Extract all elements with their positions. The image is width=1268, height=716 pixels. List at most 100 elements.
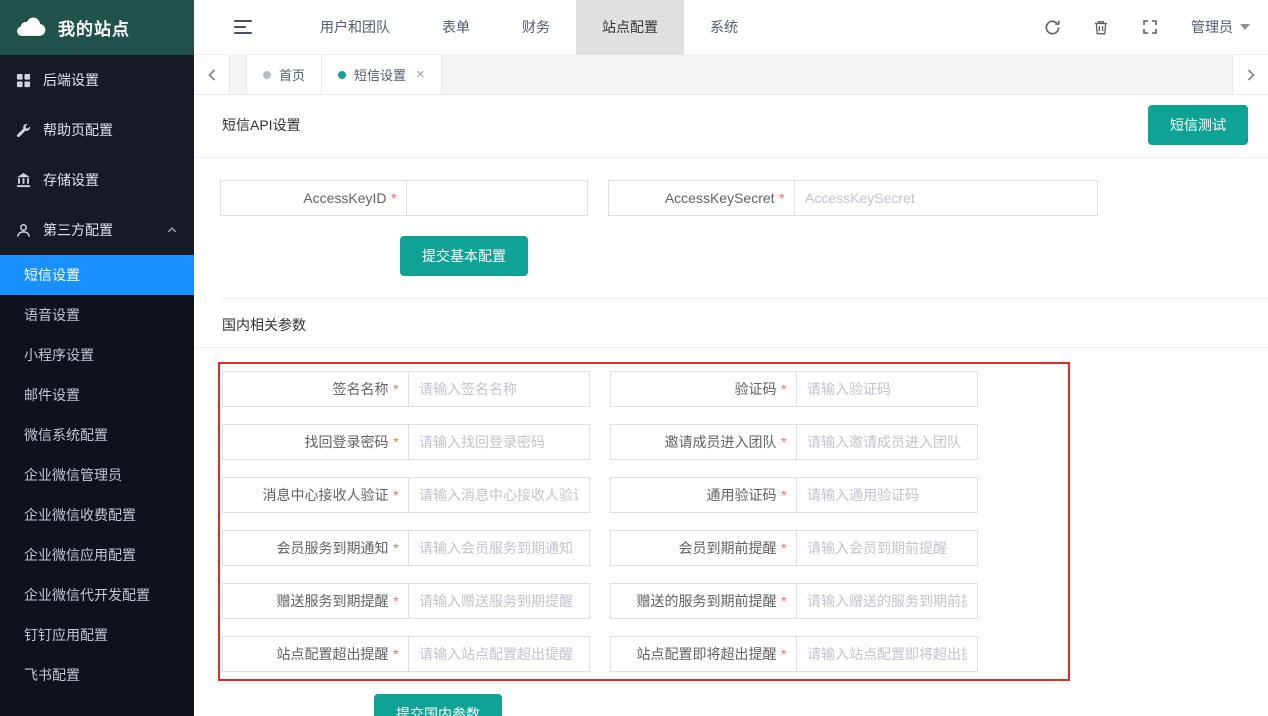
sidebar-item-sms-settings[interactable]: 短信设置 bbox=[0, 255, 194, 295]
sidebar-item-label: 存储设置 bbox=[43, 170, 99, 190]
admin-menu[interactable]: 管理员 bbox=[1191, 17, 1250, 37]
chevron-up-icon bbox=[166, 224, 178, 236]
field-gift-service-pre-expiry-reminder: 赠送的服务到期前提醒* bbox=[610, 583, 978, 619]
sidebar-item-third-party-config[interactable]: 第三方配置 bbox=[0, 205, 194, 255]
invite-member-input[interactable] bbox=[797, 424, 978, 460]
sidebar-item-email-settings[interactable]: 邮件设置 bbox=[0, 375, 194, 415]
submit-domestic-params-button[interactable]: 提交国内参数 bbox=[374, 694, 502, 716]
site-config-about-to-exceed-reminder-input[interactable] bbox=[797, 636, 978, 672]
field-label: 验证码* bbox=[610, 371, 797, 407]
tab-sms-settings[interactable]: 短信设置 × bbox=[322, 55, 442, 94]
fullscreen-icon[interactable] bbox=[1142, 19, 1159, 36]
trash-icon[interactable] bbox=[1093, 19, 1110, 36]
close-icon[interactable]: × bbox=[416, 67, 425, 82]
user-icon bbox=[16, 222, 32, 238]
bank-icon bbox=[16, 172, 32, 188]
field-label: 会员到期前提醒* bbox=[610, 530, 797, 566]
field-invite-member: 邀请成员进入团队* bbox=[610, 424, 978, 460]
tabs-scroll-left-icon[interactable] bbox=[194, 55, 230, 94]
field-message-center-receiver: 消息中心接收人验证* bbox=[222, 477, 590, 513]
accesskeysecret-input[interactable] bbox=[795, 180, 1098, 216]
sidebar: 我的站点 后端设置 帮助页配置 存储设置 第三方配置 bbox=[0, 0, 194, 716]
sidebar-item-wecom-app-config[interactable]: 企业微信应用配置 bbox=[0, 535, 194, 575]
field-label: 站点配置即将超出提醒* bbox=[610, 636, 797, 672]
field-label: AccessKeyID* bbox=[220, 180, 407, 216]
grid-icon bbox=[16, 72, 32, 88]
gift-service-pre-expiry-reminder-input[interactable] bbox=[797, 583, 978, 619]
signature-name-input[interactable] bbox=[409, 371, 590, 407]
sidebar-item-dingtalk-app-config[interactable]: 钉钉应用配置 bbox=[0, 615, 194, 655]
field-label: 站点配置超出提醒* bbox=[222, 636, 409, 672]
tab-label: 短信设置 bbox=[354, 65, 406, 84]
nav-item-users-teams[interactable]: 用户和团队 bbox=[294, 0, 416, 55]
wrench-icon bbox=[16, 122, 32, 138]
member-expiry-reminder-input[interactable] bbox=[797, 530, 978, 566]
sidebar-item-label: 第三方配置 bbox=[43, 220, 113, 240]
chevron-down-icon bbox=[1240, 24, 1250, 30]
sidebar-item-feishu-config[interactable]: 飞书配置 bbox=[0, 655, 194, 695]
collapse-sidebar-icon[interactable] bbox=[234, 20, 252, 34]
cloud-icon bbox=[14, 14, 48, 41]
sidebar-item-miniprogram-settings[interactable]: 小程序设置 bbox=[0, 335, 194, 375]
sidebar-item-wecom-admin[interactable]: 企业微信管理员 bbox=[0, 455, 194, 495]
field-member-expiry-reminder: 会员到期前提醒* bbox=[610, 530, 978, 566]
nav-item-finance[interactable]: 财务 bbox=[496, 0, 576, 55]
tab-bar: 首页 短信设置 × bbox=[194, 55, 1268, 95]
gift-service-expiry-reminder-input[interactable] bbox=[409, 583, 590, 619]
sidebar-item-voice-settings[interactable]: 语音设置 bbox=[0, 295, 194, 335]
required-marker: * bbox=[393, 434, 398, 450]
api-form: AccessKeyID* AccessKeySecret* 提交基本配置 bbox=[194, 158, 1268, 299]
retrieve-password-input[interactable] bbox=[409, 424, 590, 460]
sidebar-item-wecom-billing-config[interactable]: 企业微信收费配置 bbox=[0, 495, 194, 535]
field-label: 消息中心接收人验证* bbox=[222, 477, 409, 513]
required-marker: * bbox=[391, 190, 396, 206]
nav-item-site-config[interactable]: 站点配置 bbox=[576, 0, 684, 55]
tabs-scroll-right-icon[interactable] bbox=[1232, 55, 1268, 94]
required-marker: * bbox=[781, 434, 786, 450]
sidebar-item-label: 帮助页配置 bbox=[43, 120, 113, 140]
field-retrieve-password: 找回登录密码* bbox=[222, 424, 590, 460]
nav-item-forms[interactable]: 表单 bbox=[416, 0, 496, 55]
field-label: AccessKeySecret* bbox=[608, 180, 795, 216]
message-center-receiver-input[interactable] bbox=[409, 477, 590, 513]
accesskeyid-input[interactable] bbox=[407, 180, 588, 216]
top-nav-items: 用户和团队 表单 财务 站点配置 系统 bbox=[294, 0, 764, 55]
required-marker: * bbox=[393, 646, 398, 662]
required-marker: * bbox=[781, 540, 786, 556]
tab-dot bbox=[338, 71, 346, 79]
sms-test-button[interactable]: 短信测试 bbox=[1148, 105, 1248, 145]
required-marker: * bbox=[393, 593, 398, 609]
field-label: 赠送的服务到期前提醒* bbox=[610, 583, 797, 619]
verification-code-input[interactable] bbox=[797, 371, 978, 407]
sidebar-item-wecom-dev-config[interactable]: 企业微信代开发配置 bbox=[0, 575, 194, 615]
required-marker: * bbox=[781, 646, 786, 662]
field-accesskeyid: AccessKeyID* bbox=[220, 180, 588, 216]
top-nav: 用户和团队 表单 财务 站点配置 系统 管理员 bbox=[194, 0, 1268, 55]
sidebar-item-help-page-config[interactable]: 帮助页配置 bbox=[0, 105, 194, 155]
site-config-exceeded-reminder-input[interactable] bbox=[409, 636, 590, 672]
general-verification-code-input[interactable] bbox=[797, 477, 978, 513]
field-site-config-exceeded-reminder: 站点配置超出提醒* bbox=[222, 636, 590, 672]
required-marker: * bbox=[393, 540, 398, 556]
domestic-section-title: 国内相关参数 bbox=[222, 317, 306, 333]
field-member-service-expiry-notice: 会员服务到期通知* bbox=[222, 530, 590, 566]
field-label: 签名名称* bbox=[222, 371, 409, 407]
required-marker: * bbox=[779, 190, 784, 206]
field-site-config-about-to-exceed-reminder: 站点配置即将超出提醒* bbox=[610, 636, 978, 672]
refresh-icon[interactable] bbox=[1044, 19, 1061, 36]
nav-item-system[interactable]: 系统 bbox=[684, 0, 764, 55]
domestic-section-header: 国内相关参数 bbox=[194, 299, 1268, 348]
sidebar-item-storage-settings[interactable]: 存储设置 bbox=[0, 155, 194, 205]
tab-home[interactable]: 首页 bbox=[246, 55, 322, 94]
field-label: 会员服务到期通知* bbox=[222, 530, 409, 566]
submit-basic-config-button[interactable]: 提交基本配置 bbox=[400, 236, 528, 276]
member-service-expiry-notice-input[interactable] bbox=[409, 530, 590, 566]
sidebar-item-backend-settings[interactable]: 后端设置 bbox=[0, 55, 194, 105]
required-marker: * bbox=[781, 381, 786, 397]
field-verification-code: 验证码* bbox=[610, 371, 978, 407]
field-label: 赠送服务到期提醒* bbox=[222, 583, 409, 619]
page-content: 短信API设置 短信测试 AccessKeyID* AccessKeySecre… bbox=[194, 95, 1268, 716]
field-signature-name: 签名名称* bbox=[222, 371, 590, 407]
required-marker: * bbox=[781, 593, 786, 609]
sidebar-item-wechat-system-config[interactable]: 微信系统配置 bbox=[0, 415, 194, 455]
